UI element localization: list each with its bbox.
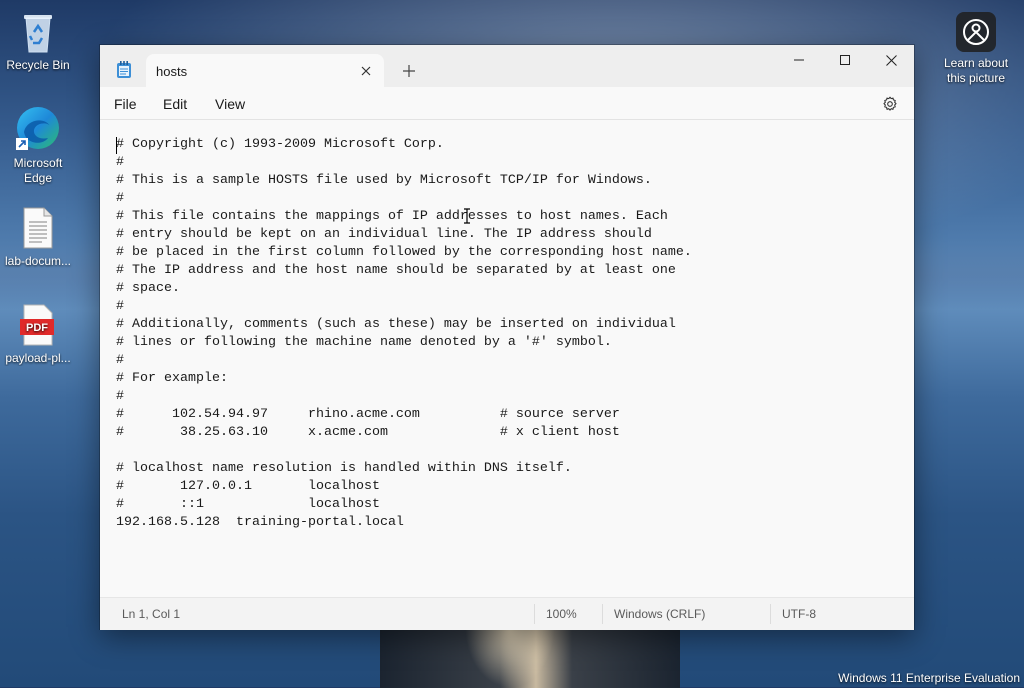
desktop-icon-lab-document[interactable]: lab-docum... (0, 206, 76, 269)
desktop-icon-edge[interactable]: Microsoft Edge (0, 104, 76, 186)
editor-content: # Copyright (c) 1993-2009 Microsoft Corp… (116, 137, 692, 530)
tab-title: hosts (156, 64, 188, 79)
text-caret (116, 137, 117, 154)
wallpaper-pier-light (465, 628, 555, 688)
menu-file[interactable]: File (114, 96, 137, 112)
maximize-button[interactable] (822, 45, 868, 75)
desktop-icon-label: Recycle Bin (6, 58, 70, 72)
maximize-icon (840, 55, 850, 65)
desktop-icon-label: payload-pl... (5, 351, 71, 365)
close-tab-icon[interactable] (356, 61, 376, 81)
menu-edit[interactable]: Edit (163, 96, 187, 112)
cursor-position: Ln 1, Col 1 (122, 607, 181, 621)
text-document-icon (23, 207, 53, 249)
os-watermark: Windows 11 Enterprise Evaluation (838, 671, 1020, 685)
status-bar: Ln 1, Col 1 100% Windows (CRLF) UTF-8 (100, 597, 914, 630)
encoding: UTF-8 (782, 607, 816, 621)
line-ending: Windows (CRLF) (614, 607, 706, 621)
ibeam-cursor-icon (464, 208, 470, 224)
menu-view[interactable]: View (215, 96, 245, 112)
status-divider (534, 604, 535, 624)
status-divider (602, 604, 603, 624)
recycle-bin-icon (24, 15, 52, 53)
gear-icon (883, 96, 897, 111)
pdf-file-icon: PDF (20, 304, 54, 346)
svg-text:PDF: PDF (26, 322, 48, 334)
minimize-icon (794, 59, 804, 61)
close-icon (885, 54, 897, 66)
minimize-button[interactable] (776, 45, 822, 75)
desktop-icon-label: lab-docum... (4, 254, 72, 268)
desktop-icon-payload-pdf[interactable]: PDF payload-pl... (0, 303, 76, 366)
status-divider (770, 604, 771, 624)
edge-icon (16, 107, 59, 150)
desktop-icon-label: Microsoft Edge (13, 156, 63, 185)
text-editor[interactable]: # Copyright (c) 1993-2009 Microsoft Corp… (100, 120, 914, 597)
zoom-level: 100% (546, 607, 577, 621)
menu-bar: File Edit View (100, 87, 914, 120)
new-tab-plus-icon[interactable] (398, 60, 420, 82)
title-bar[interactable]: hosts (100, 45, 914, 87)
learn-about-label: Learn about this picture (943, 56, 1009, 85)
desktop-icon-recycle-bin[interactable]: Recycle Bin (0, 10, 76, 73)
close-window-button[interactable] (868, 45, 914, 75)
learn-about-picture[interactable]: Learn about this picture (936, 12, 1016, 86)
camera-icon (956, 12, 996, 52)
tab-hosts[interactable]: hosts (146, 54, 384, 87)
settings-button[interactable] (880, 94, 900, 114)
notepad-icon (116, 61, 132, 84)
notepad-window: hosts File Edit View # Copyright (c) 199… (100, 45, 914, 630)
